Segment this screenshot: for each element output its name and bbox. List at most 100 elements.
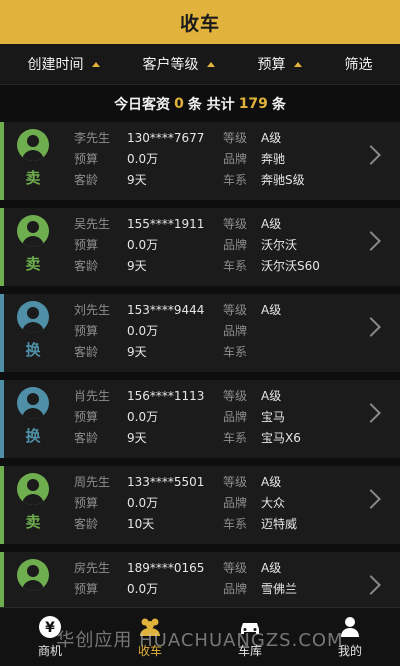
customer-level: A级 — [261, 217, 282, 231]
level-label: 等级 — [223, 303, 248, 317]
type-tag: 换 — [25, 427, 41, 445]
age-label: 客龄 — [74, 173, 99, 187]
series-label: 车系 — [223, 173, 248, 187]
customer-name: 刘先生 — [74, 303, 111, 317]
chevron-right-icon — [361, 145, 381, 165]
tab-garage[interactable]: 车库 — [200, 608, 300, 666]
customer-budget: 0.0万 — [127, 152, 159, 166]
filter-created-time[interactable]: 创建时间 — [28, 54, 100, 74]
customer-series: 迈特威 — [261, 517, 298, 531]
chevron-right-icon — [361, 403, 381, 423]
customer-brand: 沃尔沃 — [261, 238, 298, 252]
tab-label: 车库 — [237, 644, 262, 658]
page-title: 收车 — [179, 12, 220, 35]
chevron-right-icon — [361, 317, 381, 337]
customer-phone: 156****1113 — [127, 389, 205, 403]
customer-name: 吴先生 — [74, 217, 111, 231]
customer-age: 9天 — [127, 431, 147, 445]
customer-phone: 189****0165 — [127, 561, 205, 575]
filter-budget[interactable]: 预算 — [258, 54, 302, 74]
customer-phone: 153****9444 — [127, 303, 205, 317]
customer-level: A级 — [261, 131, 282, 145]
customer-level: A级 — [261, 303, 282, 317]
customer-brand: 大众 — [261, 496, 286, 510]
chevron-right-icon — [361, 489, 381, 509]
avatar-icon — [17, 387, 49, 419]
budget-label: 预算 — [74, 324, 99, 338]
type-tag: 换 — [25, 341, 41, 359]
today-count: 0 — [174, 96, 184, 112]
level-label: 等级 — [223, 131, 248, 145]
series-label: 车系 — [223, 517, 248, 531]
avatar-icon — [17, 473, 49, 505]
filter-bar: 创建时间 客户等级 预算 筛选 — [0, 44, 400, 85]
brand-label: 品牌 — [223, 324, 248, 338]
avatar-icon — [17, 215, 49, 247]
avatar-icon — [17, 129, 49, 161]
customer-series: 奔驰S级 — [261, 173, 305, 187]
customer-brand: 雪佛兰 — [261, 582, 298, 596]
customer-card[interactable]: 换 刘先生 153****9444 等级 A级 预算 0.0万 品牌 客龄 9天 车系 — [0, 294, 400, 372]
customer-series: 沃尔沃S60 — [261, 259, 320, 273]
tab-mine[interactable]: 我的 — [300, 608, 400, 666]
type-tag: 卖 — [25, 255, 41, 273]
customer-name: 肖先生 — [74, 389, 111, 403]
person-icon — [341, 617, 359, 637]
customer-card[interactable]: 卖 李先生 130****7677 等级 A级 预算 0.0万 品牌 奔驰 客龄 9天 车系 奔驰… — [0, 122, 400, 200]
budget-label: 预算 — [74, 238, 99, 252]
budget-label: 预算 — [74, 410, 99, 424]
car-icon — [241, 623, 259, 634]
filter-label: 客户等级 — [142, 57, 199, 73]
series-label: 车系 — [223, 259, 248, 273]
customer-card[interactable]: 卖 吴先生 155****1911 等级 A级 预算 0.0万 品牌 沃尔沃 客龄 9天 车系沃… — [0, 208, 400, 286]
level-label: 等级 — [223, 475, 248, 489]
customer-phone: 130****7677 — [127, 131, 205, 145]
age-label: 客龄 — [74, 517, 99, 531]
age-label: 客龄 — [74, 431, 99, 445]
tab-label: 收车 — [137, 644, 162, 658]
customer-card[interactable]: 房先生 189****0165 等级 A级 预算 0.0万 品牌 雪佛兰 — [0, 552, 400, 608]
tab-collect-car[interactable]: 收车 — [100, 608, 200, 666]
summary-bar: 今日客资 0 条 共计 179 条 — [0, 85, 400, 123]
summary-suffix: 条 — [271, 97, 286, 113]
filter-customer-level[interactable]: 客户等级 — [143, 54, 215, 74]
customer-brand: 宝马 — [261, 410, 286, 424]
customer-level: A级 — [261, 475, 282, 489]
series-label: 车系 — [223, 431, 248, 445]
summary-prefix: 今日客资 — [114, 97, 171, 113]
customer-age: 9天 — [127, 345, 147, 359]
svg-text:¥: ¥ — [45, 620, 55, 636]
customer-brand: 奔驰 — [261, 152, 286, 166]
customer-age: 10天 — [127, 517, 155, 531]
customer-phone: 155****1911 — [127, 217, 205, 231]
customer-name: 房先生 — [74, 561, 111, 575]
filter-button[interactable]: 筛选 — [345, 54, 373, 74]
customer-age: 9天 — [127, 173, 147, 187]
customer-budget: 0.0万 — [127, 324, 159, 338]
customer-budget: 0.0万 — [127, 582, 159, 596]
customer-card[interactable]: 换 肖先生 156****1113 等级 A级 预算 0.0万 品牌 宝马 客龄 9天 车系 宝马… — [0, 380, 400, 458]
customer-budget: 0.0万 — [127, 238, 159, 252]
customer-name: 李先生 — [74, 131, 111, 145]
brand-label: 品牌 — [223, 238, 248, 252]
brand-label: 品牌 — [223, 410, 248, 424]
customer-name: 周先生 — [74, 475, 111, 489]
tab-opportunity[interactable]: ¥ 商机 — [0, 608, 100, 666]
filter-label: 预算 — [257, 57, 286, 73]
customer-list[interactable]: 卖 李先生 130****7677 等级 A级 预算 0.0万 品牌 奔驰 客龄 9天 车系 奔驰… — [0, 122, 400, 608]
budget-label: 预算 — [74, 496, 99, 510]
customer-age: 9天 — [127, 259, 147, 273]
summary-mid: 条 共计 — [187, 97, 235, 113]
sort-arrow-icon — [206, 61, 215, 67]
sort-arrow-icon — [91, 61, 100, 67]
customer-series: 宝马X6 — [261, 431, 301, 445]
customer-card[interactable]: 卖 周先生 133****5501 等级 A级 预算 0.0万 品牌 大众 客龄 10天 车系迈… — [0, 466, 400, 544]
series-label: 车系 — [223, 345, 248, 359]
tab-label: 我的 — [337, 644, 362, 658]
level-label: 等级 — [223, 561, 248, 575]
tab-label: 商机 — [37, 644, 62, 658]
chevron-right-icon — [361, 575, 381, 595]
customer-phone: 133****5501 — [127, 475, 205, 489]
budget-label: 预算 — [74, 582, 99, 596]
type-tag: 卖 — [25, 513, 41, 531]
